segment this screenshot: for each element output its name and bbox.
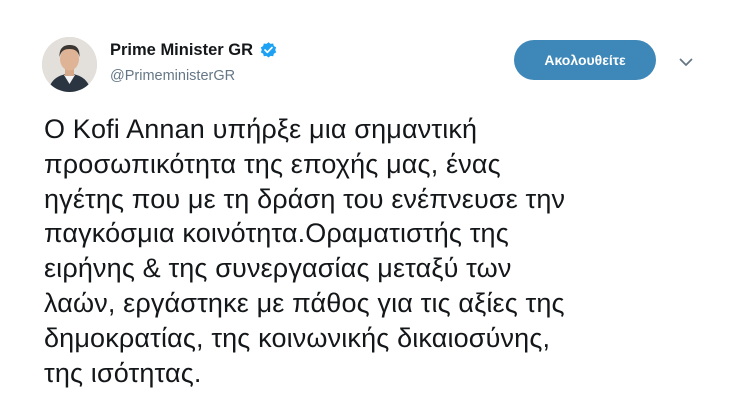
tweet-text-line: παγκόσμια κοινότητα.Οραματιστής της — [44, 218, 509, 249]
handle[interactable]: @PrimeministerGR — [110, 68, 235, 84]
tweet-card: Prime Minister GR @PrimeministerGR Ακολο… — [0, 0, 735, 408]
tweet-text: Ο Kofi Annan υπήρξε μια σημαντική προσωπ… — [44, 112, 704, 390]
avatar[interactable] — [42, 37, 97, 92]
following-button[interactable]: Ακολουθείτε — [514, 40, 656, 80]
tweet-text-line: προσωπικότητα της εποχής μας, ένας — [44, 148, 501, 179]
avatar-image — [42, 37, 97, 92]
more-options-button[interactable] — [676, 52, 696, 72]
tweet-text-line: δημοκρατίας, της κοινωνικής δικαιοσύνης, — [44, 322, 551, 353]
display-name[interactable]: Prime Minister GR — [110, 41, 253, 60]
tweet-text-line: ηγέτης που με τη δράση του ενέπνευσε την — [44, 183, 566, 214]
tweet-text-line: Ο Kofi Annan υπήρξε μια σημαντική — [44, 114, 478, 144]
tweet-text-line: λαών, εργάστηκε με πάθος για τις αξίες τ… — [44, 287, 565, 318]
tweet-text-line: της ισότητας. — [44, 357, 202, 388]
verified-badge-icon — [259, 41, 278, 60]
tweet-text-line: ειρήνης & της συνεργασίας μεταξύ των — [44, 253, 512, 284]
name-row: Prime Minister GR — [110, 41, 278, 60]
chevron-down-icon — [679, 58, 693, 66]
